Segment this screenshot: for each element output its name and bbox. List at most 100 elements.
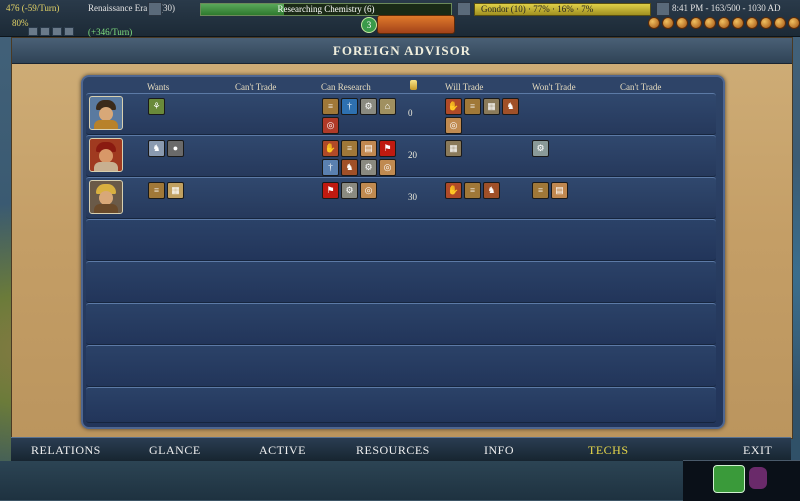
gears-tech-icon[interactable]: ⚙ <box>360 98 377 115</box>
compass-tech-icon[interactable]: ◎ <box>445 117 462 134</box>
horse-tech-icon[interactable]: ♞ <box>502 98 519 115</box>
mini-button-1[interactable] <box>28 27 38 36</box>
hands-tech-icon[interactable]: ✋ <box>445 182 462 199</box>
compass-tech-icon[interactable]: ◎ <box>379 159 396 176</box>
blue-figure-tech-icon[interactable]: † <box>322 159 339 176</box>
scroll-tech-icon[interactable]: ≡ <box>322 98 339 115</box>
can-research-techs: ✋ ≡ ▤ ⚑ † ♞ ⚙ ◎ <box>322 140 404 176</box>
scroll-tech-icon[interactable]: ≡ <box>464 98 481 115</box>
advisor-button-1[interactable] <box>648 17 660 29</box>
mini-button-2[interactable] <box>40 27 50 36</box>
exit-button[interactable]: EXIT <box>743 443 772 458</box>
commerce-bar[interactable]: Gondor (10) · 77% · 16% · 7% <box>474 3 651 16</box>
tab-glance[interactable]: GLANCE <box>149 443 201 458</box>
portrait-body <box>94 120 118 129</box>
gold-icon <box>410 80 417 90</box>
happiness-info: 80% <box>12 18 29 28</box>
tab-techs[interactable]: TECHS <box>588 443 629 458</box>
rider-tech-icon[interactable]: ♞ <box>148 140 165 157</box>
col-header-cant-trade-2: Can't Trade <box>620 82 662 92</box>
advisor-button-3[interactable] <box>676 17 688 29</box>
advisor-button-9[interactable] <box>760 17 772 29</box>
leader-portrait-red[interactable] <box>89 138 123 172</box>
era-label: Renaissance Era <box>88 3 148 13</box>
horse-tech-icon[interactable]: ♞ <box>341 159 358 176</box>
will-trade-techs: ✋ ≡ ♞ <box>445 182 525 199</box>
portrait-body <box>94 204 118 213</box>
hands-tech-icon[interactable]: ✋ <box>322 140 339 157</box>
tab-relations[interactable]: RELATIONS <box>31 443 101 458</box>
advisor-button-11[interactable] <box>788 17 800 29</box>
game-time: 8:41 PM - 163/500 - 1030 AD <box>672 3 781 13</box>
col-header-cant-trade: Can't Trade <box>235 82 277 92</box>
scroll-tech-icon[interactable]: ≡ <box>341 140 358 157</box>
tab-active[interactable]: ACTIVE <box>259 443 306 458</box>
flag-tech-icon[interactable]: ⚑ <box>322 182 339 199</box>
hands-tech-icon[interactable]: ✋ <box>445 98 462 115</box>
horse-tech-icon[interactable]: ♞ <box>483 182 500 199</box>
research-count: (30) <box>160 3 175 13</box>
top-hud: 476 (-59/Turn) Renaissance Era (30) Rese… <box>0 0 800 37</box>
city-count-badge[interactable]: 3 <box>361 17 377 33</box>
farm-tech-icon[interactable]: ⚘ <box>148 98 165 115</box>
empty-leader-slot <box>86 261 716 303</box>
hud-square-button-2[interactable] <box>457 2 471 16</box>
gold-amount: 20 <box>408 150 417 160</box>
scroll-tech-icon[interactable]: ≡ <box>148 182 165 199</box>
pill-line-2 <box>378 24 454 32</box>
tab-resources[interactable]: RESOURCES <box>356 443 430 458</box>
portrait-face <box>99 107 113 121</box>
book-tech-icon[interactable]: ▤ <box>360 140 377 157</box>
advisor-button-2[interactable] <box>662 17 674 29</box>
will-trade-techs: ✋ ≡ ▦ ♞ ◎ <box>445 98 525 134</box>
blue-figure-tech-icon[interactable]: † <box>341 98 358 115</box>
wont-trade-techs: ≡ ▤ <box>532 182 612 199</box>
map-tech-icon[interactable]: ▦ <box>483 98 500 115</box>
mini-button-4[interactable] <box>64 27 74 36</box>
income-info: (+346/Turn) <box>88 27 133 37</box>
advisor-button-8[interactable] <box>746 17 758 29</box>
gears-tech-icon[interactable]: ⚙ <box>360 159 377 176</box>
gold-info: 476 (-59/Turn) <box>6 3 60 13</box>
hud-square-button-3[interactable] <box>656 2 670 16</box>
can-research-techs: ≡ † ⚙ ⌂ ◎ <box>322 98 404 134</box>
mini-button-3[interactable] <box>52 27 62 36</box>
flag-tech-icon[interactable]: ⚑ <box>379 140 396 157</box>
building-tech-icon[interactable]: ⌂ <box>379 98 396 115</box>
book-tech-icon[interactable]: ▤ <box>551 182 568 199</box>
hud-square-button-1[interactable] <box>148 2 162 16</box>
empty-leader-slot <box>86 219 716 261</box>
city-production-pill[interactable] <box>377 15 455 34</box>
map-tech-icon[interactable]: ▦ <box>445 140 462 157</box>
scroll-tech-icon[interactable]: ≡ <box>532 182 549 199</box>
leader-portrait-asian[interactable] <box>89 96 123 130</box>
advisor-header: FOREIGN ADVISOR <box>12 38 792 64</box>
compass-tech-icon[interactable]: ◎ <box>360 182 377 199</box>
leader-row[interactable]: ⚘ ≡ † ⚙ ⌂ ◎ 0 ✋ ≡ ▦ ♞ ◎ <box>86 93 716 135</box>
will-trade-techs: ▦ <box>445 140 525 157</box>
bottom-map-strip <box>0 461 683 500</box>
col-header-wont-trade: Won't Trade <box>532 82 576 92</box>
advisor-button-6[interactable] <box>718 17 730 29</box>
map-tech-icon[interactable]: ▦ <box>167 182 184 199</box>
leader-row[interactable]: ♞ ● ✋ ≡ ▤ ⚑ † ♞ ⚙ ◎ 20 ▦ ⚙ <box>86 135 716 177</box>
portrait-face <box>99 149 113 163</box>
advisor-button-5[interactable] <box>704 17 716 29</box>
advisor-button-7[interactable] <box>732 17 744 29</box>
minimap[interactable] <box>683 460 800 501</box>
leader-portrait-crowned[interactable] <box>89 180 123 214</box>
gears-tech-icon[interactable]: ⚙ <box>532 140 549 157</box>
tab-info[interactable]: INFO <box>484 443 514 458</box>
hud-mini-buttons <box>28 27 74 36</box>
leader-row[interactable]: ≡ ▦ ⚑ ⚙ ◎ 30 ✋ ≡ ♞ ≡ ▤ <box>86 177 716 219</box>
advisor-circle-buttons <box>648 17 800 29</box>
compass-tech-icon[interactable]: ◎ <box>322 117 339 134</box>
advisor-tab-bar: RELATIONS GLANCE ACTIVE RESOURCES INFO T… <box>11 437 791 462</box>
advisor-button-10[interactable] <box>774 17 786 29</box>
gold-amount: 0 <box>408 108 413 118</box>
gears-tech-icon[interactable]: ⚙ <box>341 182 358 199</box>
scroll-tech-icon[interactable]: ≡ <box>464 182 481 199</box>
wants-techs: ♞ ● <box>148 140 228 157</box>
circle-tech-icon[interactable]: ● <box>167 140 184 157</box>
advisor-button-4[interactable] <box>690 17 702 29</box>
